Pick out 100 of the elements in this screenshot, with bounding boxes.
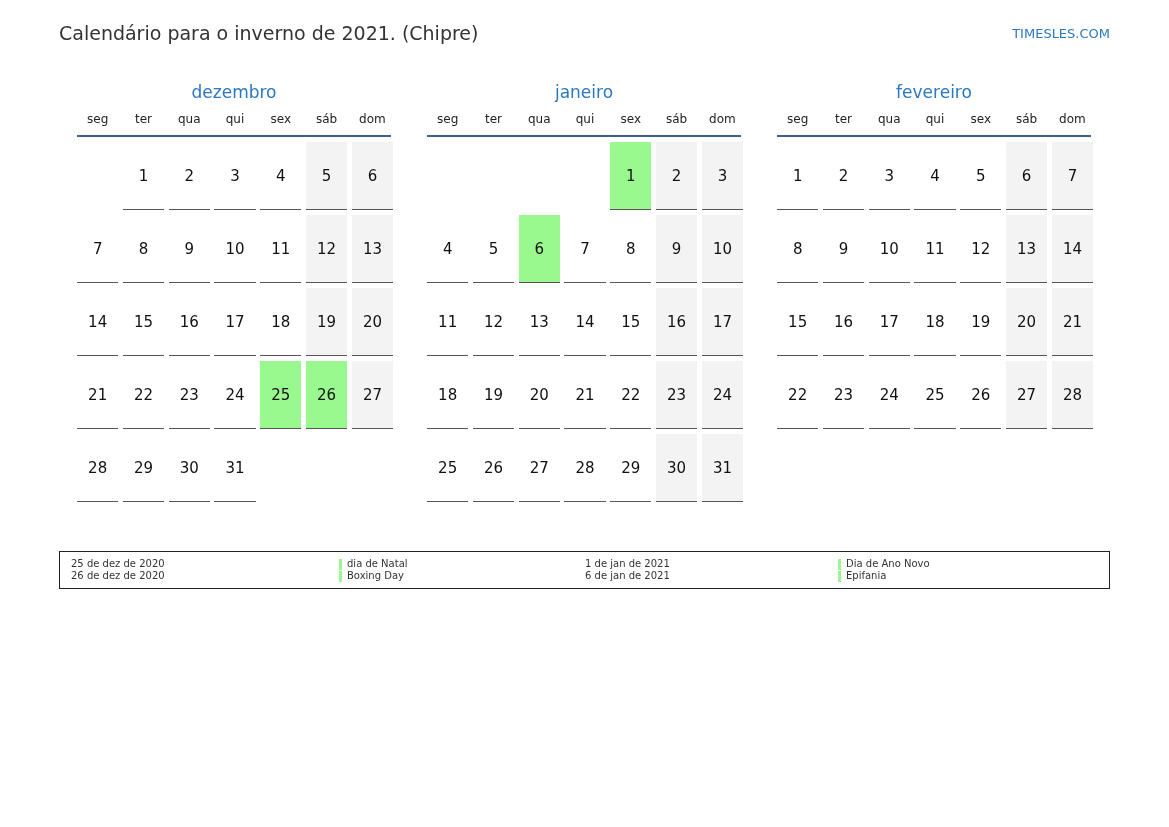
day-cell: 12 bbox=[960, 215, 1002, 283]
day-cell: 8 bbox=[777, 215, 819, 283]
day-cell: 4 bbox=[260, 142, 302, 210]
day-cell: 12 bbox=[472, 288, 515, 356]
day-cell: 7 bbox=[1051, 142, 1094, 210]
day-cell: 27 bbox=[351, 361, 394, 429]
day-cell: 24 bbox=[868, 361, 910, 429]
day-cell: 22 bbox=[610, 361, 652, 429]
day-cell: 8 bbox=[122, 215, 165, 283]
weekday-label: ter bbox=[833, 112, 853, 126]
day-cell: 26 bbox=[960, 361, 1002, 429]
day-cell: 9 bbox=[168, 215, 210, 283]
weekday-label: seg bbox=[436, 112, 460, 126]
holiday-name: Boxing Day bbox=[347, 570, 404, 582]
day-cell: 19 bbox=[306, 288, 348, 356]
day-cell: 2 bbox=[822, 142, 865, 210]
day-cell: 29 bbox=[122, 434, 165, 502]
day-cell: 3 bbox=[868, 142, 910, 210]
weekday-label: seg bbox=[86, 112, 110, 126]
day-cell: 28 bbox=[1051, 361, 1094, 429]
day-cell: 14 bbox=[1051, 215, 1094, 283]
day-cell: 28 bbox=[564, 434, 606, 502]
day-cell: 22 bbox=[122, 361, 165, 429]
day-cell: 4 bbox=[427, 215, 469, 283]
weekday-label: dom bbox=[358, 112, 387, 126]
weekday-label: qui bbox=[574, 112, 596, 126]
day-cell: 29 bbox=[610, 434, 652, 502]
weekday-label: qua bbox=[876, 112, 902, 126]
weekday-label: qui bbox=[924, 112, 946, 126]
day-cell: 13 bbox=[351, 215, 394, 283]
day-cell: 27 bbox=[1006, 361, 1048, 429]
day-cell: 18 bbox=[427, 361, 469, 429]
day-cell: 28 bbox=[77, 434, 119, 502]
day-cell: 30 bbox=[656, 434, 698, 502]
day-cell: 23 bbox=[168, 361, 210, 429]
day-cell: 31 bbox=[701, 434, 744, 502]
day-cell: 3 bbox=[214, 142, 256, 210]
holiday-day-cell: 6 bbox=[518, 215, 560, 283]
day-cell: 2 bbox=[656, 142, 698, 210]
day-cell: 25 bbox=[427, 434, 469, 502]
day-cell: 10 bbox=[868, 215, 910, 283]
day-cell: 23 bbox=[822, 361, 865, 429]
weekday-label: ter bbox=[483, 112, 503, 126]
day-cell: 16 bbox=[656, 288, 698, 356]
weekday-label: sáb bbox=[1015, 112, 1039, 126]
month-title: fevereiro bbox=[895, 82, 973, 104]
weekday-label: sáb bbox=[315, 112, 339, 126]
day-cell: 24 bbox=[701, 361, 744, 429]
day-cell: 14 bbox=[564, 288, 606, 356]
day-cell: 25 bbox=[914, 361, 956, 429]
day-cell: 8 bbox=[610, 215, 652, 283]
day-cell: 19 bbox=[472, 361, 515, 429]
day-cell: 5 bbox=[960, 142, 1002, 210]
weekday-label: qua bbox=[176, 112, 202, 126]
day-cell: 9 bbox=[656, 215, 698, 283]
day-cell: 26 bbox=[472, 434, 515, 502]
day-cell: 18 bbox=[914, 288, 956, 356]
day-cell: 5 bbox=[472, 215, 515, 283]
day-cell: 15 bbox=[610, 288, 652, 356]
site-link[interactable]: TIMESLES.COM bbox=[1012, 25, 1110, 41]
day-cell: 10 bbox=[701, 215, 744, 283]
day-cell: 1 bbox=[777, 142, 819, 210]
day-cell: 21 bbox=[1051, 288, 1094, 356]
day-cell: 10 bbox=[214, 215, 256, 283]
weekday-label: sex bbox=[269, 112, 293, 126]
day-cell: 17 bbox=[868, 288, 910, 356]
day-cell: 11 bbox=[260, 215, 302, 283]
day-cell: 18 bbox=[260, 288, 302, 356]
weekday-label: sex bbox=[969, 112, 993, 126]
day-cell: 13 bbox=[518, 288, 560, 356]
day-cell: 7 bbox=[564, 215, 606, 283]
day-cell: 21 bbox=[77, 361, 119, 429]
day-cell: 7 bbox=[77, 215, 119, 283]
month-title: dezembro bbox=[190, 82, 278, 104]
weekday-label: sáb bbox=[665, 112, 689, 126]
weekday-label: qua bbox=[526, 112, 552, 126]
weekday-label: dom bbox=[708, 112, 737, 126]
day-cell: 20 bbox=[1006, 288, 1048, 356]
day-cell: 9 bbox=[822, 215, 865, 283]
month-title: janeiro bbox=[553, 82, 615, 104]
page-title: Calendário para o inverno de 2021. (Chipre) bbox=[59, 22, 479, 44]
day-cell: 6 bbox=[351, 142, 394, 210]
day-cell: 20 bbox=[518, 361, 560, 429]
holiday-date: 1 de jan de 2021 bbox=[585, 558, 671, 570]
holiday-day-cell: 26 bbox=[306, 361, 348, 429]
day-cell: 3 bbox=[701, 142, 744, 210]
day-cell: 17 bbox=[214, 288, 256, 356]
holiday-name: Epifania bbox=[846, 570, 887, 582]
day-cell: 19 bbox=[960, 288, 1002, 356]
holiday-date: 25 de dez de 2020 bbox=[71, 558, 166, 570]
day-cell: 5 bbox=[306, 142, 348, 210]
day-cell: 16 bbox=[168, 288, 210, 356]
holiday-day-cell: 1 bbox=[610, 142, 652, 210]
day-cell: 13 bbox=[1006, 215, 1048, 283]
holiday-date: 6 de jan de 2021 bbox=[585, 570, 671, 582]
day-cell: 12 bbox=[306, 215, 348, 283]
day-cell: 20 bbox=[351, 288, 394, 356]
day-cell: 23 bbox=[656, 361, 698, 429]
day-cell: 17 bbox=[701, 288, 744, 356]
weekday-label: qui bbox=[224, 112, 246, 126]
